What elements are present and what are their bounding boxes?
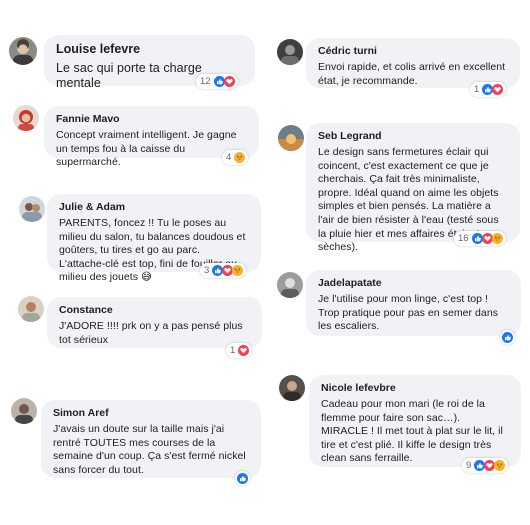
avatar[interactable] <box>11 398 37 424</box>
comment-text: J'ADORE !!!! prk on y a pas pensé plus t… <box>59 320 243 346</box>
avatar[interactable] <box>277 272 303 298</box>
comment-author[interactable]: Louise lefevre <box>56 43 243 56</box>
reaction-count: 12 <box>200 76 211 87</box>
haha-icon <box>234 152 246 163</box>
comment-text: Cadeau pour mon mari (le roi de la flemm… <box>321 398 503 465</box>
comment-text: J'avais un doute sur la taille mais j'ai… <box>53 423 246 476</box>
like-icon <box>502 332 513 343</box>
reaction-badge[interactable]: 1 <box>470 82 507 97</box>
reaction-count: 3 <box>204 265 210 276</box>
comment-bubble: Cédric turni Envoi rapide, et colis arri… <box>306 38 520 88</box>
comment-author[interactable]: Simon Aref <box>53 407 249 420</box>
avatar-image <box>19 196 45 222</box>
comment-author[interactable]: Cédric turni <box>318 45 508 58</box>
reaction-count: 16 <box>458 233 469 244</box>
reaction-count: 1 <box>474 84 480 95</box>
reaction-badge[interactable]: 4 <box>222 150 249 165</box>
avatar-image <box>277 272 303 298</box>
comment-author[interactable]: Seb Legrand <box>318 130 508 143</box>
avatar-image <box>18 296 44 322</box>
reaction-badge[interactable]: 1 <box>226 343 253 358</box>
reaction-count: 9 <box>466 460 472 471</box>
comment-text: Concept vraiment intelligent. Je gagne u… <box>56 129 237 169</box>
comment-author[interactable]: Nicole lefevbre <box>321 382 509 395</box>
avatar-image <box>278 125 304 151</box>
love-icon <box>238 345 250 356</box>
reaction-badge[interactable]: 9 <box>462 458 509 473</box>
haha-icon <box>232 265 244 276</box>
comment-bubble: Seb Legrand Le design sans fermetures éc… <box>306 123 520 253</box>
avatar[interactable] <box>19 196 45 222</box>
avatar[interactable] <box>279 375 305 401</box>
comment-bubble: Nicole lefevbre Cadeau pour mon mari (le… <box>309 375 521 467</box>
avatar-image <box>9 37 37 65</box>
avatar[interactable] <box>277 39 303 65</box>
reaction-count: 4 <box>226 152 232 163</box>
comment-author[interactable]: Julie & Adam <box>59 201 249 214</box>
avatar[interactable] <box>278 125 304 151</box>
reaction-badge[interactable] <box>235 471 250 486</box>
comment-bubble: Constance J'ADORE !!!! prk on y a pas pe… <box>47 297 262 348</box>
avatar[interactable] <box>18 296 44 322</box>
avatar[interactable] <box>13 105 39 131</box>
reaction-count: 1 <box>230 345 236 356</box>
like-icon <box>237 473 248 484</box>
comment-author[interactable]: Jadelapatate <box>318 277 509 290</box>
comment-author[interactable]: Fannie Mavo <box>56 113 247 126</box>
avatar-image <box>13 105 39 131</box>
haha-icon <box>494 460 506 471</box>
comment-text: Je l'utilise pour mon linge, c'est top !… <box>318 293 499 333</box>
comment-bubble: Simon Aref J'avais un doute sur la taill… <box>41 400 261 478</box>
avatar[interactable] <box>9 37 37 65</box>
avatar-image <box>279 375 305 401</box>
haha-icon <box>491 233 503 244</box>
love-icon <box>223 76 235 87</box>
avatar-image <box>11 398 37 424</box>
comment-bubble: Jadelapatate Je l'utilise pour mon linge… <box>306 270 521 336</box>
love-icon <box>492 84 504 95</box>
comment-author[interactable]: Constance <box>59 304 250 317</box>
reaction-badge[interactable]: 16 <box>454 231 506 246</box>
reaction-badge[interactable] <box>500 330 515 345</box>
reaction-badge[interactable]: 3 <box>200 263 247 278</box>
reaction-badge[interactable]: 12 <box>196 74 238 89</box>
avatar-image <box>277 39 303 65</box>
comment-bubble: Julie & Adam PARENTS, foncez !! Tu le po… <box>47 194 261 283</box>
